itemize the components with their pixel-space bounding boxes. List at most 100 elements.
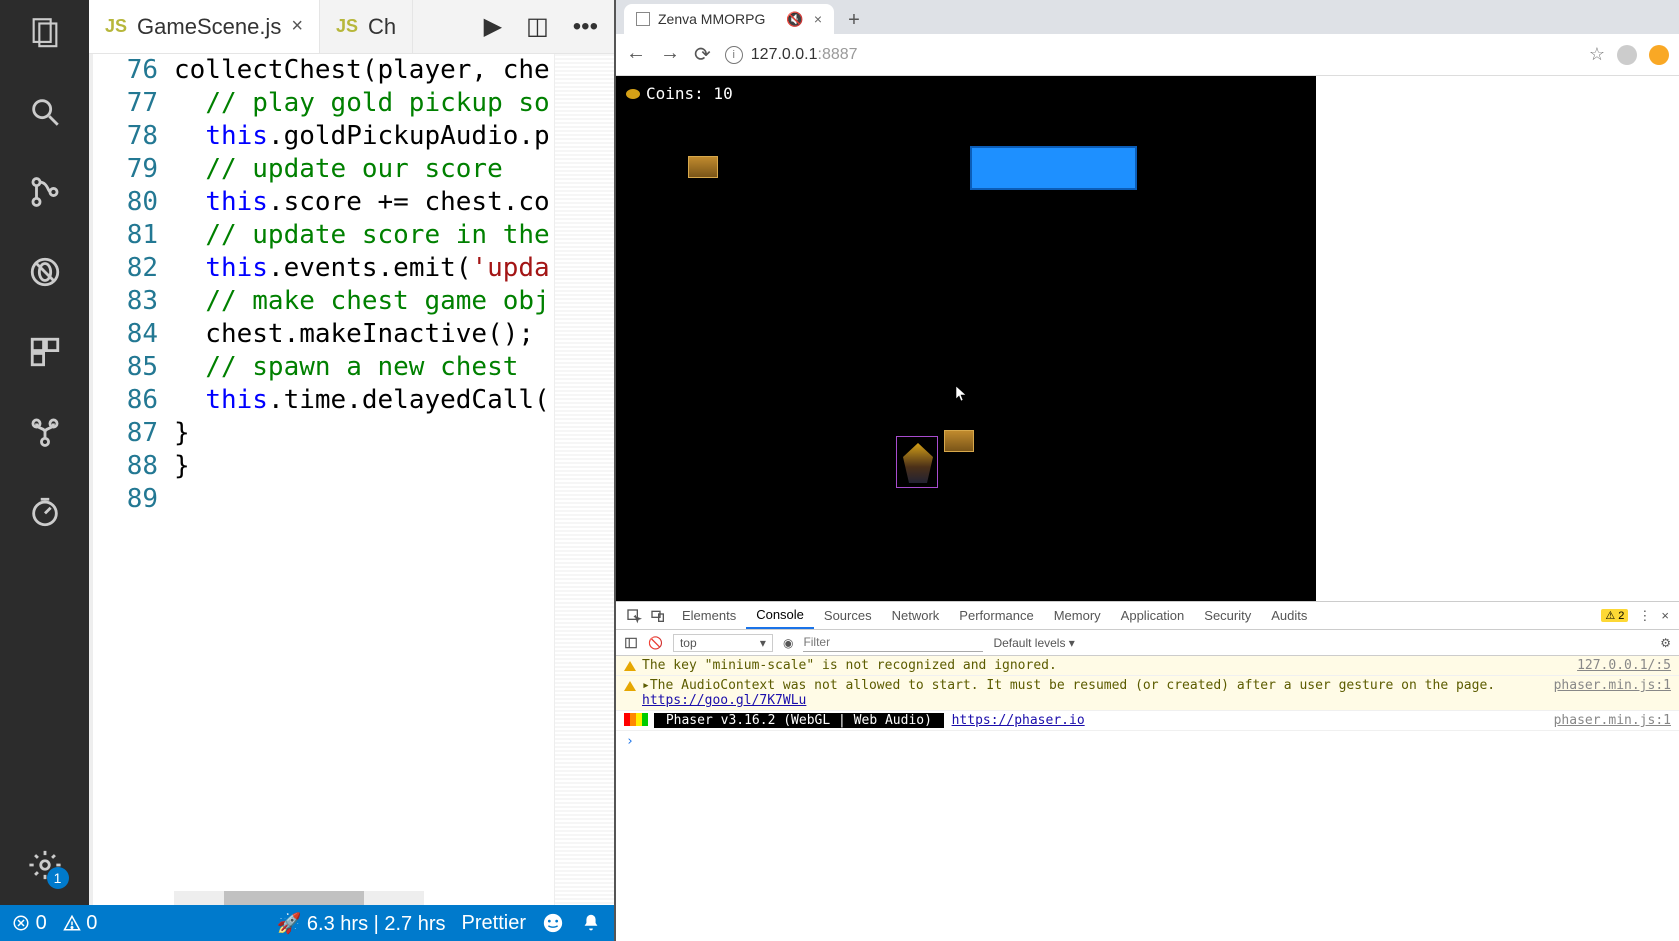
status-errors[interactable]: 0: [12, 912, 47, 935]
code-line[interactable]: this.events.emit('upda: [174, 252, 614, 285]
favicon-icon: [636, 12, 650, 26]
timer-icon[interactable]: [25, 492, 65, 532]
line-number: 89: [93, 483, 158, 516]
source-control-icon[interactable]: [25, 172, 65, 212]
devtools-close-icon[interactable]: ×: [1661, 608, 1669, 623]
status-formatter[interactable]: Prettier: [462, 912, 526, 935]
status-time[interactable]: 🚀 6.3 hrs | 2.7 hrs: [276, 911, 445, 936]
inspect-element-icon[interactable]: [626, 608, 642, 624]
editor-tab-ch[interactable]: JS Ch: [320, 0, 413, 53]
status-feedback-icon[interactable]: [542, 912, 564, 934]
status-warnings[interactable]: 0: [63, 912, 98, 935]
console-source-link[interactable]: phaser.min.js:1: [1554, 678, 1671, 693]
line-number: 85: [93, 351, 158, 384]
close-tab-icon[interactable]: ×: [814, 11, 822, 28]
devtools-menu-icon[interactable]: ⋮: [1638, 608, 1651, 624]
code-line[interactable]: this.time.delayedCall(: [174, 384, 614, 417]
console-settings-icon[interactable]: ⚙: [1660, 636, 1671, 650]
code-line[interactable]: chest.makeInactive();: [174, 318, 614, 351]
code-lines[interactable]: collectChest(player, che // play gold pi…: [174, 54, 614, 905]
console-message: The key "minium-scale" is not recognized…: [642, 658, 1571, 673]
devtools-warning-badge[interactable]: ⚠2: [1601, 609, 1628, 622]
new-tab-button[interactable]: +: [840, 6, 868, 34]
line-number: 79: [93, 153, 158, 186]
code-line[interactable]: this.score += chest.co: [174, 186, 614, 219]
site-info-icon[interactable]: i: [725, 46, 743, 64]
devtools-tab-bar: ElementsConsoleSourcesNetworkPerformance…: [616, 602, 1679, 630]
devtools-tab-console[interactable]: Console: [746, 602, 814, 629]
code-line[interactable]: [174, 483, 614, 516]
console-source-link[interactable]: phaser.min.js:1: [1554, 713, 1671, 728]
code-line[interactable]: // update our score: [174, 153, 614, 186]
browser-pane: Zenva MMORPG 🔇 × + ← → ⟳ i 127.0.0.1:888…: [614, 0, 1679, 941]
git-tree-icon[interactable]: [25, 412, 65, 452]
forward-icon[interactable]: →: [660, 42, 680, 67]
device-toggle-icon[interactable]: [650, 608, 666, 624]
game-canvas[interactable]: Coins: 10: [616, 76, 1316, 601]
more-icon[interactable]: •••: [573, 13, 598, 41]
line-number: 78: [93, 120, 158, 153]
line-number: 87: [93, 417, 158, 450]
console-context-selector[interactable]: top▾: [673, 634, 773, 652]
console-link[interactable]: https://goo.gl/7K7WLu: [642, 693, 806, 708]
debug-icon[interactable]: [25, 252, 65, 292]
code-line[interactable]: this.goldPickupAudio.p: [174, 120, 614, 153]
console-source-link[interactable]: 127.0.0.1/:5: [1577, 658, 1671, 673]
code-line[interactable]: // play gold pickup so: [174, 87, 614, 120]
split-editor-icon[interactable]: ◫: [526, 12, 549, 41]
run-icon[interactable]: ▶: [484, 12, 502, 41]
minimap[interactable]: [554, 54, 614, 905]
code-line[interactable]: }: [174, 450, 614, 483]
explorer-icon[interactable]: [25, 12, 65, 52]
browser-tab-strip: Zenva MMORPG 🔇 × +: [616, 0, 1679, 34]
editor-area: JS GameScene.js × JS Ch ▶ ◫ ••• 76777879…: [89, 0, 614, 905]
console-message: ▸The AudioContext was not allowed to sta…: [642, 678, 1548, 708]
extensions-icon[interactable]: [25, 332, 65, 372]
mute-icon[interactable]: 🔇: [786, 11, 803, 28]
console-line: ▸The AudioContext was not allowed to sta…: [616, 676, 1679, 711]
clear-console-icon[interactable]: 🚫: [648, 636, 663, 650]
console-output[interactable]: The key "minium-scale" is not recognized…: [616, 656, 1679, 941]
close-icon[interactable]: ×: [291, 15, 303, 38]
address-bar[interactable]: i 127.0.0.1:8887: [725, 46, 1575, 64]
console-filter-input[interactable]: [803, 634, 983, 652]
devtools-tab-audits[interactable]: Audits: [1261, 602, 1317, 629]
coins-label: Coins: 10: [626, 84, 733, 103]
code-line[interactable]: // make chest game obj: [174, 285, 614, 318]
back-icon[interactable]: ←: [626, 42, 646, 67]
line-number: 76: [93, 54, 158, 87]
devtools-tab-network[interactable]: Network: [882, 602, 950, 629]
console-link[interactable]: https://phaser.io: [952, 713, 1085, 728]
game-chest: [688, 156, 718, 178]
code-line[interactable]: // update score in the: [174, 219, 614, 252]
editor-tab-gamescene[interactable]: JS GameScene.js ×: [89, 0, 320, 53]
devtools-tab-performance[interactable]: Performance: [949, 602, 1043, 629]
scrollbar-thumb[interactable]: [224, 891, 364, 905]
console-live-expr-icon[interactable]: ◉: [783, 636, 793, 650]
horizontal-scrollbar[interactable]: [174, 891, 424, 905]
devtools-tab-elements[interactable]: Elements: [672, 602, 746, 629]
status-bell-icon[interactable]: [580, 912, 602, 934]
browser-tab-zenva[interactable]: Zenva MMORPG 🔇 ×: [624, 4, 834, 34]
settings-gear-icon[interactable]: 1: [25, 845, 65, 885]
search-icon[interactable]: [25, 92, 65, 132]
code-editor[interactable]: 7677787980818283848586878889 collectChes…: [89, 54, 614, 905]
console-prompt[interactable]: ›: [616, 731, 1679, 752]
console-levels-selector[interactable]: Default levels ▾: [993, 636, 1074, 650]
reload-icon[interactable]: ⟳: [694, 42, 711, 67]
game-area: Coins: 10: [616, 76, 1679, 601]
code-line[interactable]: // spawn a new chest: [174, 351, 614, 384]
devtools-tab-sources[interactable]: Sources: [814, 602, 882, 629]
console-message: Phaser v3.16.2 (WebGL | Web Audio) https…: [654, 713, 1548, 728]
devtools-tab-memory[interactable]: Memory: [1044, 602, 1111, 629]
settings-badge: 1: [47, 867, 69, 889]
profile-avatar-icon[interactable]: [1617, 45, 1637, 65]
code-line[interactable]: }: [174, 417, 614, 450]
profile-badge-icon[interactable]: [1649, 45, 1669, 65]
console-sidebar-toggle-icon[interactable]: [624, 636, 638, 650]
code-line[interactable]: collectChest(player, che: [174, 54, 614, 87]
bookmark-star-icon[interactable]: ☆: [1589, 44, 1605, 65]
devtools-tab-application[interactable]: Application: [1111, 602, 1195, 629]
js-file-icon: JS: [105, 16, 127, 37]
devtools-tab-security[interactable]: Security: [1194, 602, 1261, 629]
